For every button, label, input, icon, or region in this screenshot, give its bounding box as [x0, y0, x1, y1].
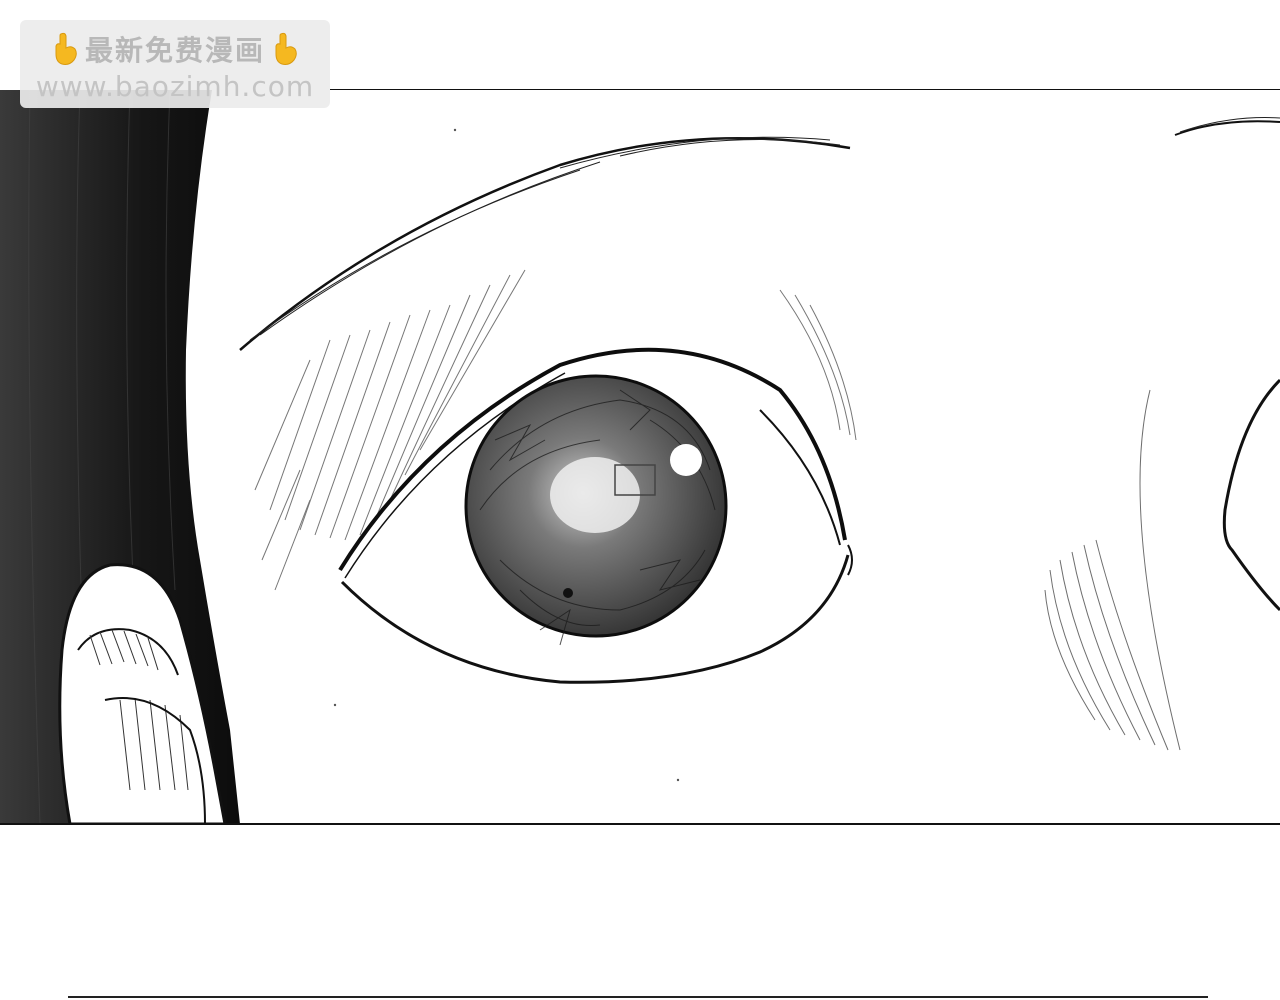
- manga-panel: [0, 90, 1280, 824]
- watermark-url: www.baozimh.com: [35, 70, 315, 103]
- panel-bottom-border: [0, 823, 1280, 825]
- pointing-down-hand-icon: [275, 32, 297, 65]
- specular-highlight: [670, 444, 702, 476]
- right-eye-outline: [1222, 378, 1280, 612]
- eye-closeup-illustration: [0, 90, 1280, 824]
- eyebrow: [239, 136, 851, 351]
- next-panel-edge: [68, 996, 1208, 998]
- watermark-title-row: 最新免费漫画: [34, 30, 316, 68]
- watermark-title: 最新免费漫画: [84, 34, 265, 67]
- pointing-down-hand-icon: [55, 32, 77, 65]
- watermark-badge: 最新免费漫画 www.baozimh.com: [20, 20, 330, 108]
